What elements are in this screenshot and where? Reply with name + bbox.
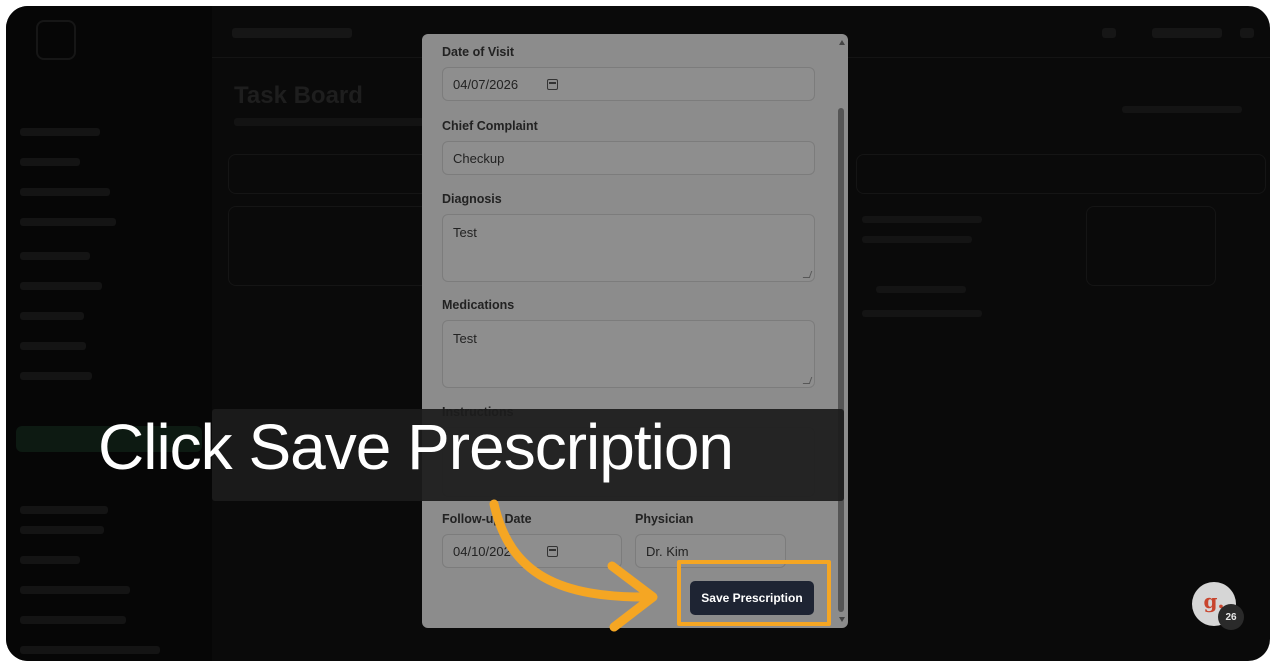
notification-badge: 26 — [1218, 604, 1244, 630]
pointer-arrow-icon — [489, 499, 658, 632]
